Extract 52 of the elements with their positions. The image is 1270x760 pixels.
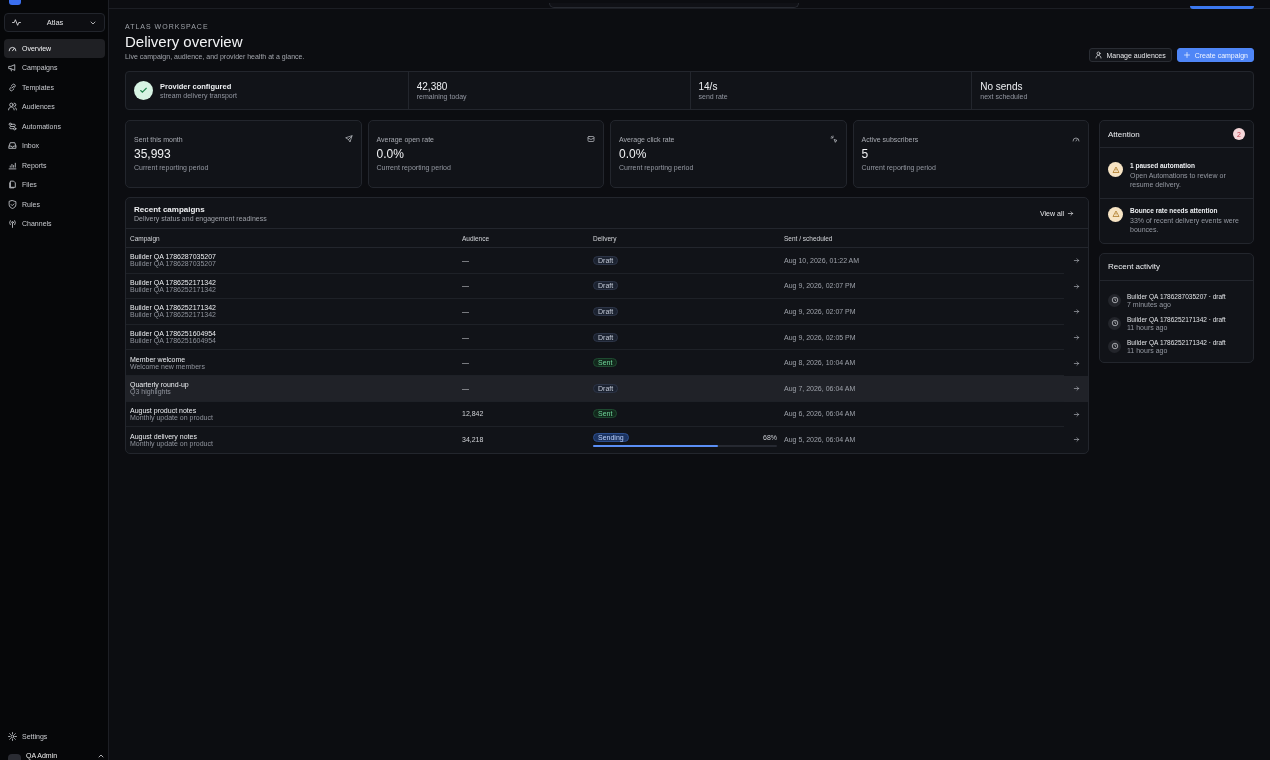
metric-value: 14/s: [698, 81, 719, 92]
pulse-icon: [12, 18, 21, 27]
shield-icon: [8, 199, 17, 209]
clock-icon: [1108, 293, 1121, 307]
open-row-button[interactable]: [1072, 410, 1080, 418]
arrow-right-icon: [1072, 359, 1080, 367]
gear-icon: [8, 732, 17, 742]
antenna-icon: [8, 219, 17, 229]
mail-icon: [587, 135, 595, 143]
open-row-button[interactable]: [1072, 385, 1080, 393]
open-row-button[interactable]: [1072, 436, 1080, 444]
megaphone-icon: [8, 63, 17, 73]
arrow-right-icon: [1072, 334, 1080, 342]
users-icon: [8, 102, 17, 112]
warning-icon: [1108, 206, 1123, 222]
metric-value: 42,380: [416, 81, 449, 92]
gauge-icon: [1072, 135, 1080, 143]
inbox-icon: [8, 141, 17, 151]
open-row-button[interactable]: [1072, 308, 1080, 316]
open-row-button[interactable]: [1072, 257, 1080, 265]
stat-value: 35,993: [134, 147, 172, 161]
arrow-right-icon: [1072, 308, 1080, 316]
arrow-right-icon: [1072, 257, 1080, 265]
arrow-right-icon: [1072, 282, 1080, 290]
arrow-right-icon: [1072, 410, 1080, 418]
stat-value: 0.0%: [376, 147, 405, 161]
open-row-button[interactable]: [1072, 334, 1080, 342]
open-row-button[interactable]: [1072, 359, 1080, 367]
send-icon: [344, 135, 353, 143]
arrow-right-icon: [1072, 385, 1080, 393]
card-title: Recent activity: [1108, 262, 1161, 272]
card-title: Attention: [1108, 129, 1140, 139]
page-title: Delivery overview: [125, 33, 244, 50]
stat-value: 5: [861, 147, 870, 161]
open-row-button[interactable]: [1072, 282, 1080, 290]
plus-icon: [1182, 51, 1191, 59]
clock-icon: [1108, 316, 1121, 330]
user-icon: [1094, 51, 1103, 59]
route-icon: [8, 121, 17, 131]
files-icon: [8, 180, 17, 190]
card-title: Recent campaigns: [134, 205, 206, 214]
arrow-right-icon: [1067, 210, 1074, 217]
logo-icon: [9, 0, 21, 5]
link-icon: [8, 82, 17, 92]
chart-icon: [8, 160, 17, 170]
arrow-right-icon: [1072, 436, 1080, 444]
metric-value: No sends: [980, 81, 1024, 92]
stat-value: 0.0%: [619, 147, 648, 161]
warning-icon: [1108, 162, 1123, 177]
chevron-icon: [97, 752, 105, 760]
check-icon: [134, 81, 153, 100]
clock-icon: [1108, 339, 1121, 353]
